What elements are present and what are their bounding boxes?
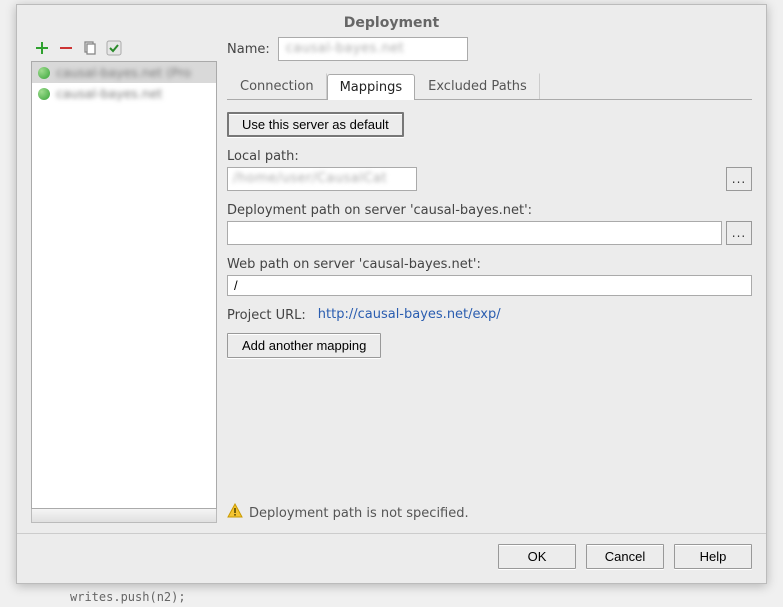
background-code: writes.push(n2); xyxy=(70,590,186,604)
add-mapping-button[interactable]: Add another mapping xyxy=(227,333,381,358)
copy-server-button[interactable] xyxy=(81,39,99,57)
ok-button[interactable]: OK xyxy=(498,544,576,569)
server-item-label: causal-bayes.net xyxy=(56,86,162,101)
server-list-item[interactable]: causal-bayes.net (Pro xyxy=(32,62,216,83)
project-url-label: Project URL: xyxy=(227,308,306,323)
remove-server-button[interactable] xyxy=(57,39,75,57)
scrollbar[interactable] xyxy=(31,509,217,523)
check-icon xyxy=(106,40,122,56)
web-path-input[interactable] xyxy=(227,275,752,296)
warning-icon xyxy=(227,503,243,523)
tab-excluded-paths[interactable]: Excluded Paths xyxy=(415,73,540,99)
local-path-input[interactable] xyxy=(227,167,417,191)
server-icon xyxy=(38,67,50,79)
remove-icon xyxy=(58,40,74,56)
deployment-path-label: Deployment path on server 'causal-bayes.… xyxy=(227,203,752,218)
name-label: Name: xyxy=(227,42,270,57)
server-list-item[interactable]: causal-bayes.net xyxy=(32,83,216,104)
warning-text: Deployment path is not specified. xyxy=(249,506,469,521)
mark-default-button[interactable] xyxy=(105,39,123,57)
dialog-title: Deployment xyxy=(17,5,766,37)
tab-mappings[interactable]: Mappings xyxy=(327,74,416,100)
name-input[interactable] xyxy=(278,37,468,61)
local-path-label: Local path: xyxy=(227,149,752,164)
copy-icon xyxy=(82,40,98,56)
tab-connection[interactable]: Connection xyxy=(227,73,327,99)
help-button[interactable]: Help xyxy=(674,544,752,569)
details-panel: Name: causal-bayes.net Connection Mappin… xyxy=(227,37,752,523)
tabs: Connection Mappings Excluded Paths xyxy=(227,73,752,100)
web-path-label: Web path on server 'causal-bayes.net': xyxy=(227,257,752,272)
use-server-default-button[interactable]: Use this server as default xyxy=(227,112,404,137)
warning-row: Deployment path is not specified. xyxy=(227,495,752,523)
local-path-browse-button[interactable]: ... xyxy=(726,167,752,191)
server-icon xyxy=(38,88,50,100)
deployment-path-browse-button[interactable]: ... xyxy=(726,221,752,245)
server-item-label: causal-bayes.net (Pro xyxy=(56,65,191,80)
dialog-footer: OK Cancel Help xyxy=(17,533,766,583)
servers-panel: causal-bayes.net (Pro causal-bayes.net xyxy=(31,37,217,523)
servers-toolbar xyxy=(31,37,217,61)
servers-list[interactable]: causal-bayes.net (Pro causal-bayes.net xyxy=(31,61,217,509)
project-url-link[interactable]: http://causal-bayes.net/exp/ xyxy=(318,307,501,322)
ellipsis-icon: ... xyxy=(732,226,746,240)
ellipsis-icon: ... xyxy=(732,172,746,186)
deployment-dialog: Deployment causal-b xyxy=(16,4,767,584)
cancel-button[interactable]: Cancel xyxy=(586,544,664,569)
deployment-path-input[interactable] xyxy=(227,221,722,245)
add-server-button[interactable] xyxy=(33,39,51,57)
add-icon xyxy=(34,40,50,56)
mappings-form: Use this server as default Local path: /… xyxy=(227,106,752,523)
